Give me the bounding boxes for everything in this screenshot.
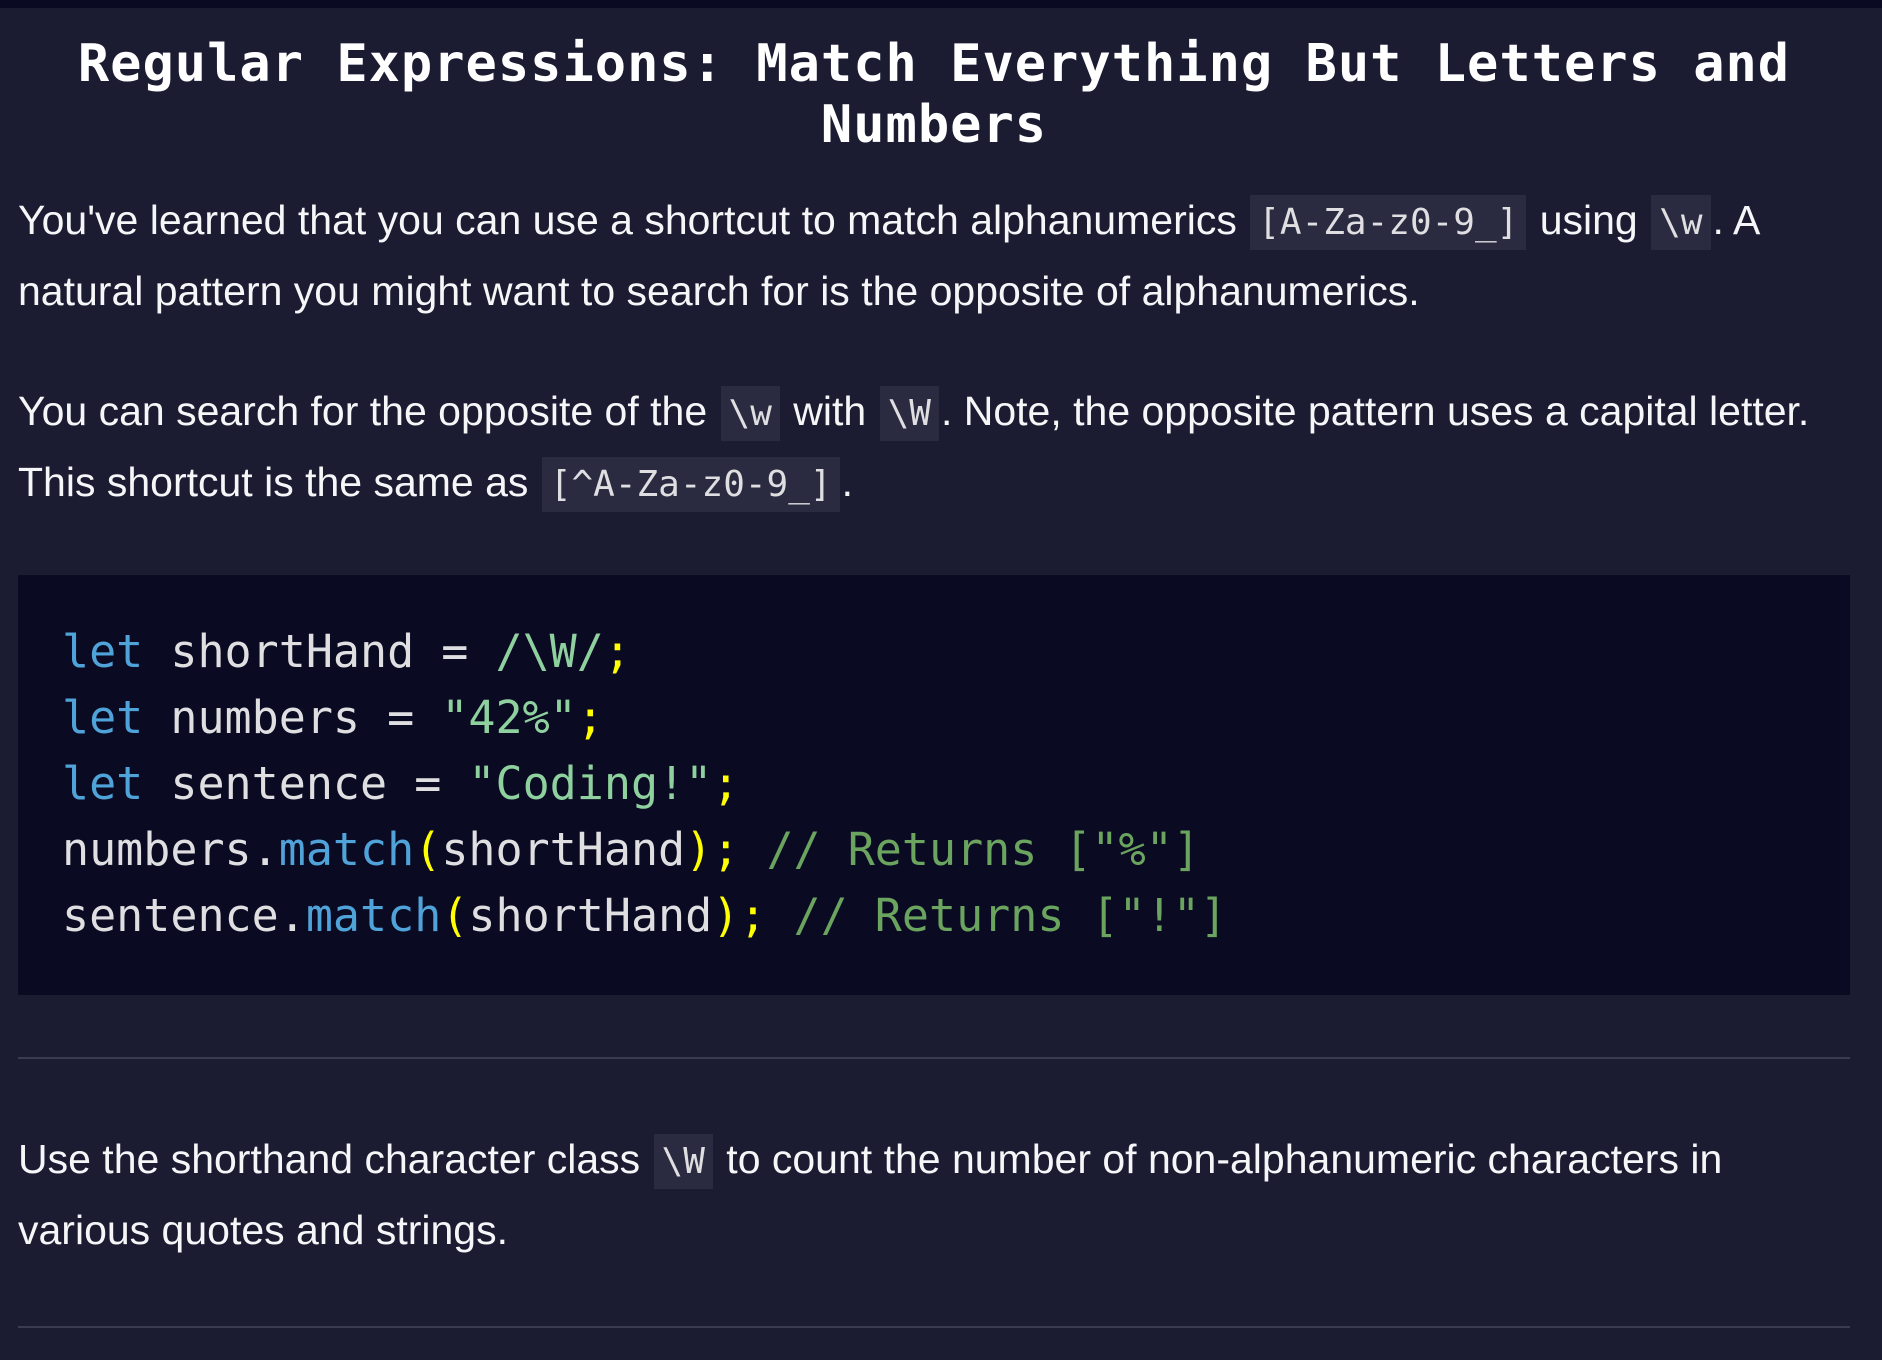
challenge-description: Regular Expressions: Match Everything Bu…: [18, 8, 1850, 1328]
paren-open: (: [414, 823, 442, 876]
code-comment: // Returns ["%"]: [766, 823, 1200, 876]
inline-code: \w: [720, 386, 780, 441]
identifier: shortHand: [143, 625, 442, 678]
section-divider: [18, 1326, 1850, 1328]
code-comment: // Returns ["!"]: [793, 889, 1228, 942]
text: You can search for the opposite of the: [18, 388, 719, 434]
code-example: let shortHand = /\W/; let numbers = "42%…: [62, 619, 1850, 949]
text: .: [841, 459, 853, 505]
code-line-4: numbers.match(shortHand); // Returns ["%…: [62, 823, 1200, 876]
inline-code: \w: [1651, 195, 1711, 250]
identifier: sentence: [62, 889, 279, 942]
string-literal: "42%": [441, 691, 577, 744]
paren-close: ): [712, 889, 740, 942]
challenge-title: Regular Expressions: Match Everything Bu…: [77, 34, 1791, 155]
inline-code: \W: [879, 386, 939, 441]
identifier: numbers: [143, 691, 388, 744]
inline-code: [A-Za-z0-9_]: [1250, 195, 1527, 250]
regex-literal: /\W/: [495, 625, 604, 678]
keyword: let: [62, 757, 144, 810]
operator: =: [441, 625, 469, 678]
semicolon: ;: [739, 889, 767, 942]
semicolon: ;: [603, 625, 631, 678]
text: using: [1528, 197, 1650, 243]
description-paragraph-2: You can search for the opposite of the \…: [18, 377, 1850, 519]
code-line-5: sentence.match(shortHand); // Returns ["…: [62, 889, 1227, 942]
argument: shortHand: [441, 823, 686, 876]
paren-open: (: [441, 889, 469, 942]
text: with: [781, 388, 878, 434]
semicolon: ;: [712, 823, 740, 876]
identifier: numbers: [62, 823, 252, 876]
method-name: match: [305, 889, 442, 942]
inline-code: [^A-Za-z0-9_]: [541, 457, 840, 512]
method-name: match: [278, 823, 415, 876]
code-line-2: let numbers = "42%";: [62, 691, 604, 744]
inline-code: \W: [653, 1134, 713, 1189]
text: Use the shorthand character class: [18, 1136, 652, 1182]
paren-close: ): [685, 823, 713, 876]
code-example-block: let shortHand = /\W/; let numbers = "42%…: [18, 575, 1850, 995]
identifier: sentence: [143, 757, 415, 810]
semicolon: ;: [712, 757, 740, 810]
top-bar: [0, 0, 1882, 8]
code-line-3: let sentence = "Coding!";: [62, 757, 739, 810]
dot: .: [278, 889, 306, 942]
dot: .: [251, 823, 279, 876]
section-divider: [18, 1057, 1850, 1059]
text: You've learned that you can use a shortc…: [18, 197, 1249, 243]
instructions-paragraph: Use the shorthand character class \W to …: [18, 1125, 1850, 1264]
keyword: let: [62, 625, 144, 678]
string-literal: "Coding!": [468, 757, 713, 810]
operator: =: [387, 691, 415, 744]
keyword: let: [62, 691, 144, 744]
description-paragraph-1: You've learned that you can use a shortc…: [18, 186, 1850, 325]
operator: =: [414, 757, 442, 810]
code-line-1: let shortHand = /\W/;: [62, 625, 631, 678]
argument: shortHand: [468, 889, 713, 942]
semicolon: ;: [576, 691, 604, 744]
